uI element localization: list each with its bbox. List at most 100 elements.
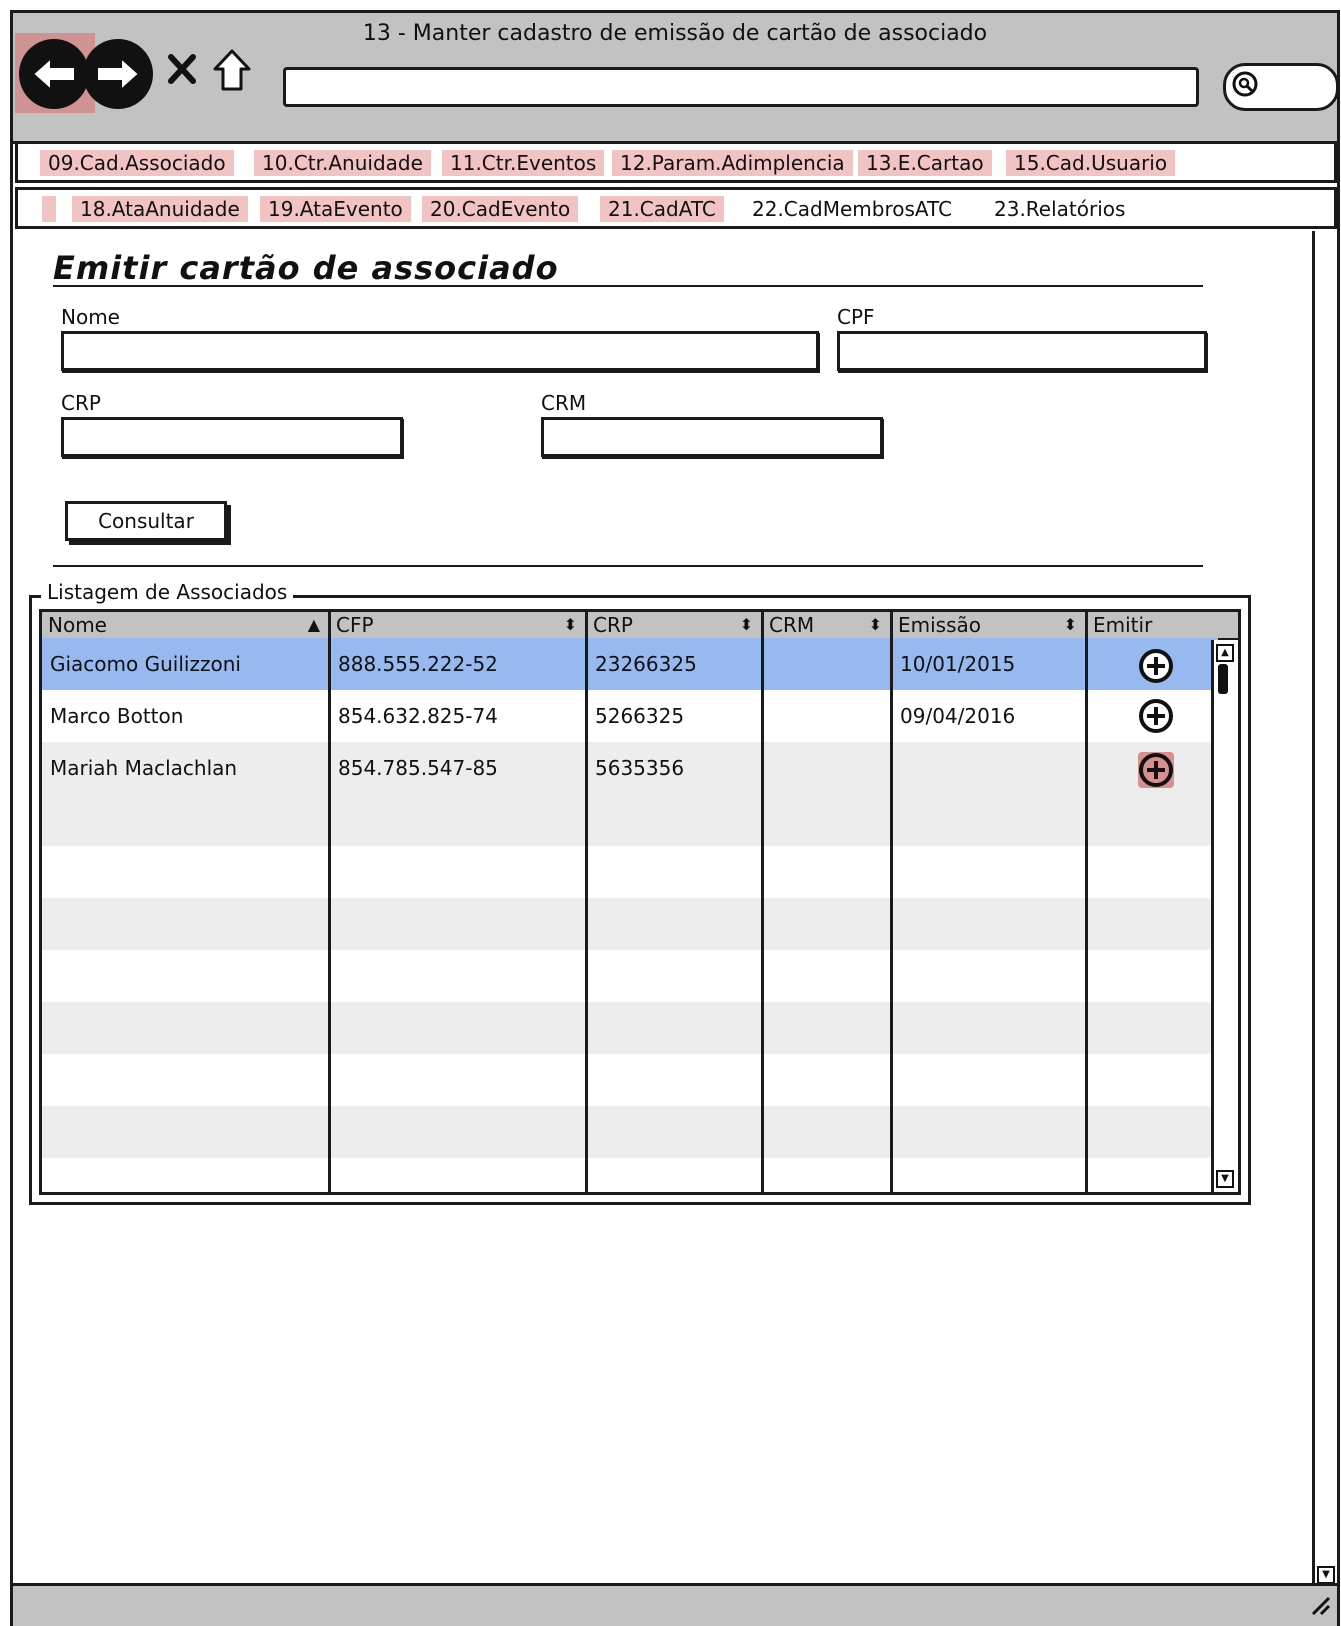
menu-bar-row2: 18.AtaAnuidade 19.AtaEvento 20.CadEvento… <box>15 187 1337 229</box>
menu-marker <box>42 196 56 222</box>
column-header-label: CRM <box>769 613 815 637</box>
empty-row <box>42 950 1218 1002</box>
cell-crp: 23266325 <box>595 652 697 676</box>
cell-emissao <box>892 742 900 794</box>
menu-item-relatorios[interactable]: 23.Relatórios <box>986 196 1133 222</box>
consultar-button[interactable]: Consultar <box>65 501 227 541</box>
cell-cfp: 854.785.547-85 <box>338 756 498 780</box>
table-scrollbar[interactable]: ▲ ▼ <box>1211 640 1238 1192</box>
scroll-down-icon[interactable]: ▼ <box>1317 1566 1335 1584</box>
empty-row <box>42 846 1218 898</box>
menu-item-cad-atc[interactable]: 21.CadATC <box>600 196 724 222</box>
table-row[interactable]: Marco Botton 854.632.825-74 5266325 09/0… <box>42 690 1218 742</box>
cell-crm <box>763 742 771 794</box>
close-icon <box>168 54 196 84</box>
empty-row <box>42 1106 1218 1158</box>
menu-item-ctr-anuidade[interactable]: 10.Ctr.Anuidade <box>254 150 431 176</box>
browser-titlebar: 13 - Manter cadastro de emissão de cartã… <box>13 13 1339 144</box>
listing-legend: Listagem de Associados <box>41 580 294 604</box>
column-header-label: Nome <box>48 613 107 637</box>
table-header: Nome ▲ CFP ⬍ CRP ⬍ CRM ⬍ Emissão ⬍ Emiti… <box>42 612 1238 640</box>
menu-item-ata-anuidade[interactable]: 18.AtaAnuidade <box>72 196 248 222</box>
menu-item-cad-usuario[interactable]: 15.Cad.Usuario <box>1006 150 1176 176</box>
cell-nome: Giacomo Guilizzoni <box>50 652 241 676</box>
forward-button[interactable] <box>83 39 153 109</box>
menu-bar-row1: 09.Cad.Associado 10.Ctr.Anuidade 11.Ctr.… <box>15 141 1337 183</box>
menu-item-cad-evento[interactable]: 20.CadEvento <box>422 196 579 222</box>
form-divider <box>53 565 1203 567</box>
menu-item-ctr-eventos[interactable]: 11.Ctr.Eventos <box>442 150 605 176</box>
column-header-emitir: Emitir <box>1087 612 1237 638</box>
menu-item-e-cartao[interactable]: 13.E.Cartao <box>858 150 992 176</box>
address-bar[interactable] <box>283 67 1199 107</box>
empty-row <box>42 1054 1218 1106</box>
crm-input[interactable] <box>541 417 883 457</box>
window-title: 13 - Manter cadastro de emissão de cartã… <box>362 21 988 46</box>
cell-emissao: 09/04/2016 <box>900 704 1016 728</box>
column-separator <box>585 612 588 1192</box>
arrow-right-icon <box>96 55 141 93</box>
column-header-label: Emissão <box>898 613 982 637</box>
cpf-input[interactable] <box>837 331 1207 371</box>
cell-crm <box>763 690 771 742</box>
plus-circle-icon[interactable] <box>1138 752 1174 788</box>
column-header-crm[interactable]: CRM ⬍ <box>763 612 892 638</box>
column-header-crp[interactable]: CRP ⬍ <box>587 612 763 638</box>
column-header-label: Emitir <box>1093 613 1153 637</box>
plus-circle-icon[interactable] <box>1138 648 1174 684</box>
stop-button[interactable] <box>165 49 199 89</box>
menu-item-cad-membros-atc[interactable]: 22.CadMembrosATC <box>744 196 960 222</box>
column-separator <box>761 612 764 1192</box>
empty-row <box>42 898 1218 950</box>
cell-cfp: 888.555.222-52 <box>338 652 498 676</box>
crm-label: CRM <box>541 391 587 415</box>
sort-both-icon: ⬍ <box>563 615 577 634</box>
cell-nome: Mariah Maclachlan <box>50 756 238 780</box>
cell-cfp: 854.632.825-74 <box>338 704 498 728</box>
column-separator <box>328 612 331 1192</box>
plus-circle-icon[interactable] <box>1138 698 1174 734</box>
menu-item-cad-associado[interactable]: 09.Cad.Associado <box>40 150 234 176</box>
browser-window: 13 - Manter cadastro de emissão de cartã… <box>10 10 1340 1626</box>
crp-input[interactable] <box>61 417 403 457</box>
table-row[interactable]: Mariah Maclachlan 854.785.547-85 5635356 <box>42 742 1218 794</box>
column-header-emissao[interactable]: Emissão ⬍ <box>892 612 1087 638</box>
column-separator <box>1085 612 1088 1192</box>
empty-row <box>42 1002 1218 1054</box>
page-title: Emitir cartão de associado <box>53 249 559 287</box>
nome-label: Nome <box>61 305 120 329</box>
column-header-cfp[interactable]: CFP ⬍ <box>330 612 587 638</box>
nome-input[interactable] <box>61 331 819 371</box>
scroll-down-icon[interactable]: ▼ <box>1216 1170 1234 1188</box>
crp-label: CRP <box>61 391 101 415</box>
status-bar <box>13 1583 1337 1626</box>
column-header-label: CRP <box>593 613 633 637</box>
sort-asc-icon: ▲ <box>307 615 320 634</box>
sort-both-icon: ⬍ <box>1063 615 1077 634</box>
back-button[interactable] <box>19 39 89 109</box>
cpf-label: CPF <box>837 305 875 329</box>
cell-crp: 5635356 <box>595 756 685 780</box>
home-button[interactable] <box>211 47 253 93</box>
cell-nome: Marco Botton <box>50 704 184 728</box>
cell-crp: 5266325 <box>595 704 685 728</box>
menu-item-ata-evento[interactable]: 19.AtaEvento <box>260 196 411 222</box>
sort-both-icon: ⬍ <box>739 615 753 634</box>
cell-crm <box>763 638 771 690</box>
search-icon <box>1232 71 1258 97</box>
scroll-up-icon[interactable]: ▲ <box>1216 644 1234 662</box>
home-icon <box>213 49 251 91</box>
associados-table: Nome ▲ CFP ⬍ CRP ⬍ CRM ⬍ Emissão ⬍ Emiti… <box>39 609 1241 1195</box>
page-scrollbar[interactable]: ▼ <box>1312 231 1337 1586</box>
resize-grip-icon[interactable] <box>1307 1592 1331 1616</box>
column-header-nome[interactable]: Nome ▲ <box>42 612 330 638</box>
menu-item-param-adimplencia[interactable]: 12.Param.Adimplencia <box>612 150 853 176</box>
scroll-thumb[interactable] <box>1218 664 1228 694</box>
column-separator <box>890 612 893 1192</box>
cell-emissao: 10/01/2015 <box>900 652 1016 676</box>
table-row[interactable]: Giacomo Guilizzoni 888.555.222-52 232663… <box>42 638 1218 690</box>
column-header-label: CFP <box>336 613 374 637</box>
sort-both-icon: ⬍ <box>868 615 882 634</box>
empty-row <box>42 794 1218 846</box>
browser-search-field[interactable] <box>1223 63 1339 111</box>
